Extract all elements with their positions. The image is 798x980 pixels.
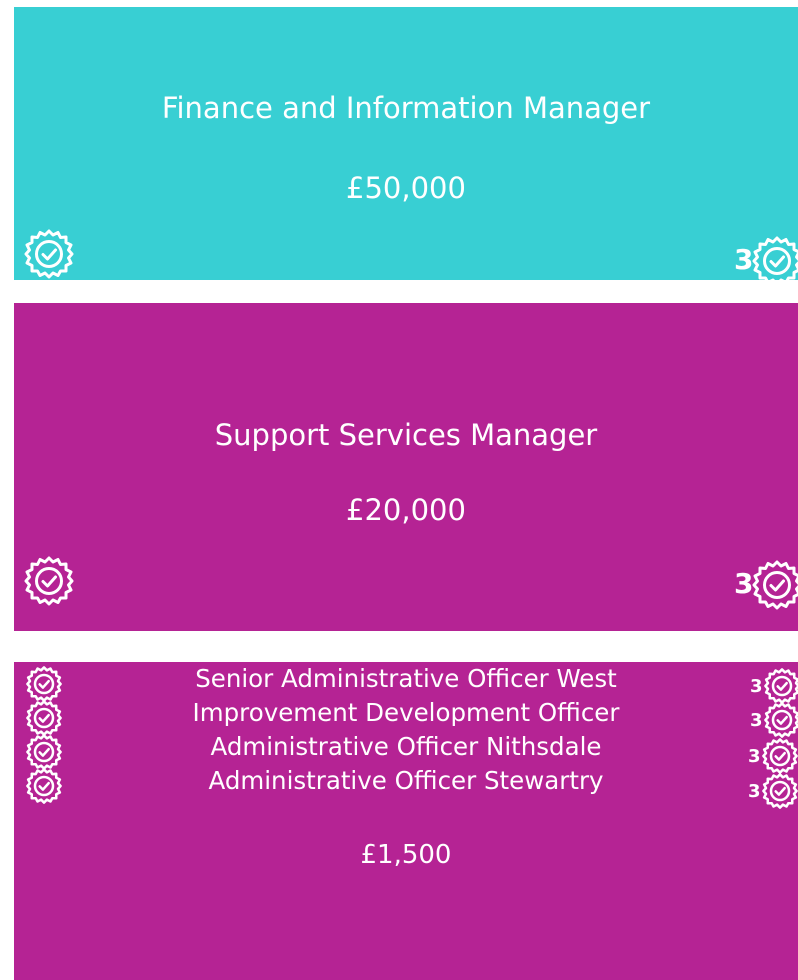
role-card-finance: Finance and Information Manager £50,000 … [14, 7, 798, 286]
role-title: Support Services Manager [214, 418, 598, 452]
badge-count: 3 [750, 710, 763, 731]
badge-count: 3 [734, 243, 754, 276]
badge-count: 3 [748, 781, 761, 802]
badge-count: 3 [750, 676, 763, 697]
role-card-support: Support Services Manager £20,000 3 [14, 303, 798, 631]
role-title: Administrative Officer Stewartry [208, 766, 604, 795]
verified-badge-icon [24, 229, 74, 279]
role-title: Improvement Development Officer [192, 698, 620, 727]
verified-badge-icon [24, 556, 74, 606]
role-salary: £20,000 [346, 493, 466, 527]
verified-badge-icon [752, 236, 798, 286]
role-salary: £1,500 [360, 840, 452, 870]
role-card-group: Senior Administrative Officer West 3 Imp… [14, 662, 798, 980]
badge-count: 3 [734, 567, 754, 600]
role-salary: £50,000 [346, 171, 466, 205]
verified-badge-icon [752, 560, 798, 610]
role-title: Senior Administrative Officer West [195, 664, 617, 693]
role-title: Finance and Information Manager [161, 91, 651, 125]
role-title: Administrative Officer Nithsdale [210, 732, 602, 761]
verified-badge-icon [762, 773, 798, 809]
badge-count: 3 [748, 746, 761, 767]
